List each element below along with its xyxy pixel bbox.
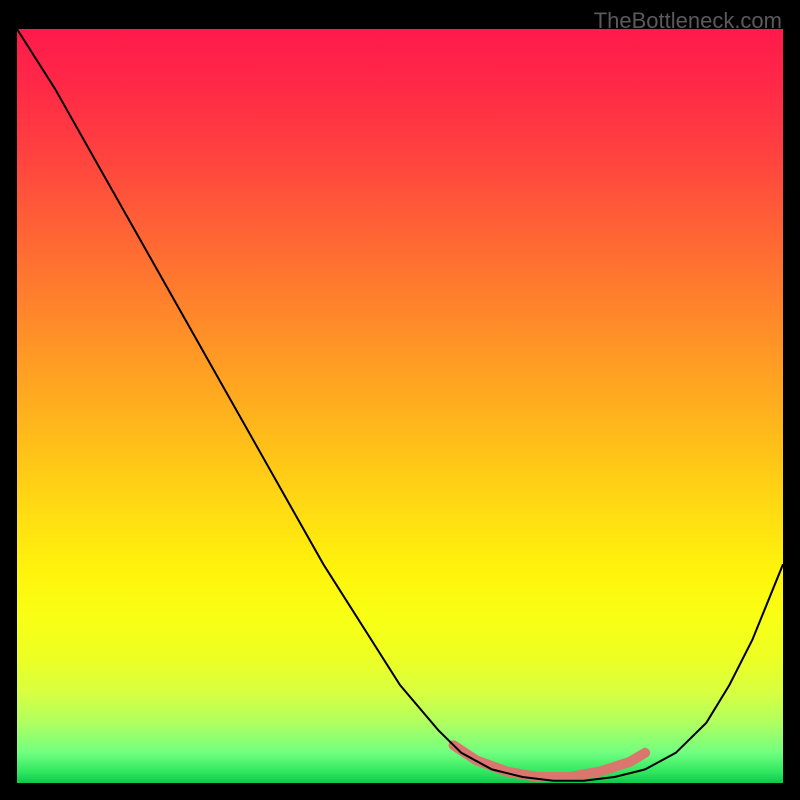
chart-plot-area: [17, 29, 783, 783]
optimal-band-line: [454, 745, 645, 777]
watermark-text: TheBottleneck.com: [594, 8, 782, 34]
chart-svg: [17, 29, 783, 783]
bottleneck-curve-line: [17, 29, 783, 781]
